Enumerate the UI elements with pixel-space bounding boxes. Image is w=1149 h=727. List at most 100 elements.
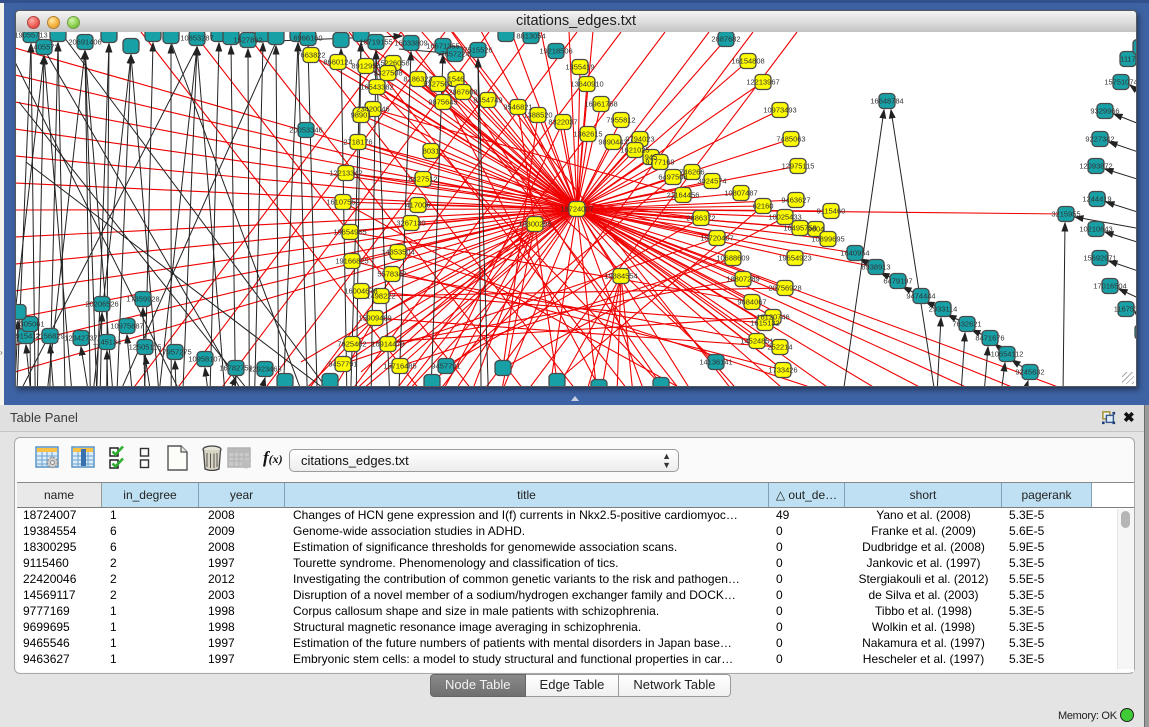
svg-text:7857224: 7857224 — [440, 50, 469, 59]
svg-text:10899695: 10899695 — [811, 235, 844, 244]
svg-text:8813054: 8813054 — [516, 32, 545, 41]
svg-text:16154808: 16154808 — [731, 57, 764, 66]
svg-text:9227342: 9227342 — [1085, 135, 1114, 144]
svg-text:3267130: 3267130 — [396, 219, 425, 228]
svg-text:6479197: 6479197 — [883, 277, 912, 286]
svg-text:10654112: 10654112 — [991, 350, 1024, 359]
svg-text:13640910: 13640910 — [570, 80, 603, 89]
svg-text:19654985: 19654985 — [333, 228, 366, 237]
svg-text:7955812: 7955812 — [606, 116, 635, 125]
svg-text:2156829: 2156829 — [35, 332, 64, 341]
svg-text:1498222: 1498222 — [366, 292, 395, 301]
svg-text:9474444: 9474444 — [906, 292, 935, 301]
svg-text:16648784: 16648784 — [870, 97, 903, 106]
svg-text:6966160: 6966160 — [293, 34, 322, 43]
svg-text:12213967: 12213967 — [746, 78, 779, 87]
svg-text:10958107: 10958107 — [188, 355, 221, 364]
svg-text:19055713: 19055713 — [16, 32, 48, 40]
svg-text:17016504: 17016504 — [1093, 282, 1126, 291]
svg-text:10210643: 10210643 — [1079, 225, 1112, 234]
svg-text:9794023: 9794023 — [625, 135, 654, 144]
svg-text:19384554: 19384554 — [604, 272, 637, 281]
svg-text:7632621: 7632621 — [952, 320, 981, 329]
svg-text:1527862: 1527862 — [233, 36, 262, 45]
svg-text:15751074: 15751074 — [1104, 78, 1136, 87]
svg-text:10025433: 10025433 — [768, 213, 801, 222]
svg-text:16107552: 16107552 — [326, 198, 359, 207]
svg-text:1615132: 1615132 — [750, 319, 779, 328]
svg-text:8427512: 8427512 — [408, 175, 437, 184]
svg-text:746266: 746266 — [679, 168, 704, 177]
svg-text:8660124: 8660124 — [323, 58, 352, 67]
svg-text:8938913: 8938913 — [861, 263, 890, 272]
svg-text:18300295: 18300295 — [518, 220, 551, 229]
svg-text:16033809: 16033809 — [394, 39, 427, 48]
svg-text:2718176: 2718176 — [343, 138, 372, 147]
svg-text:17957275: 17957275 — [158, 348, 191, 357]
svg-text:8471676: 8471676 — [975, 334, 1004, 343]
svg-text:21164456: 21164456 — [667, 191, 700, 200]
svg-text:16961758: 16961758 — [584, 100, 617, 109]
svg-text:12923468: 12923468 — [248, 365, 281, 374]
svg-text:7625402: 7625402 — [337, 340, 366, 349]
svg-text:9457791: 9457791 — [328, 360, 357, 369]
svg-text:5578342: 5578342 — [377, 270, 406, 279]
svg-text:9329966: 9329966 — [1090, 107, 1119, 116]
svg-text:19218506: 19218506 — [539, 47, 572, 56]
svg-text:1640954: 1640954 — [840, 249, 869, 258]
svg-text:12093872: 12093872 — [1079, 162, 1112, 171]
svg-text:10975887: 10975887 — [110, 322, 143, 331]
svg-text:12213342: 12213342 — [329, 169, 362, 178]
svg-text:10973493: 10973493 — [763, 106, 796, 115]
svg-text:9457791: 9457791 — [431, 362, 460, 371]
svg-text:20691406: 20691406 — [68, 38, 101, 47]
svg-text:9684067: 9684067 — [737, 298, 766, 307]
svg-text:8454749: 8454749 — [473, 96, 502, 105]
svg-text:10807487: 10807487 — [724, 189, 757, 198]
svg-text:1244419: 1244419 — [1082, 195, 1111, 204]
svg-text:19654923: 19654923 — [778, 254, 811, 263]
svg-text:98901: 98901 — [351, 111, 372, 120]
svg-text:16543382: 16543382 — [360, 83, 393, 92]
svg-text:417006: 417006 — [405, 201, 430, 210]
svg-text:1305061: 1305061 — [16, 320, 45, 329]
svg-text:7485063: 7485063 — [776, 135, 805, 144]
svg-text:9463627: 9463627 — [781, 196, 810, 205]
svg-text:20206526: 20206526 — [85, 300, 118, 309]
svg-text:2886372: 2886372 — [686, 214, 715, 223]
svg-text:18724007: 18724007 — [560, 205, 593, 214]
svg-text:9115460: 9115460 — [817, 207, 846, 216]
svg-text:1117: 1117 — [1120, 55, 1136, 64]
svg-text:15909489: 15909489 — [358, 314, 391, 323]
svg-text:9327508: 9327508 — [373, 69, 402, 78]
svg-text:9245632: 9245632 — [1015, 368, 1044, 377]
svg-text:14353504: 14353504 — [381, 248, 414, 257]
svg-text:9777169: 9777169 — [645, 158, 674, 167]
svg-text:15226058: 15226058 — [376, 59, 409, 68]
svg-text:12975115: 12975115 — [782, 162, 815, 171]
svg-text:3024574: 3024574 — [697, 177, 726, 186]
svg-text:14136141: 14136141 — [699, 358, 732, 367]
svg-text:252214: 252214 — [767, 343, 792, 352]
svg-text:10853287: 10853287 — [180, 34, 213, 43]
svg-text:116753: 116753 — [1114, 305, 1136, 314]
svg-text:15720407: 15720407 — [700, 234, 733, 243]
svg-text:9604: 9604 — [808, 225, 825, 234]
svg-text:1546: 1546 — [448, 75, 465, 84]
svg-text:1355419: 1355419 — [565, 63, 594, 72]
svg-text:2933114: 2933114 — [929, 305, 958, 314]
svg-text:10688609: 10688609 — [716, 254, 749, 263]
svg-text:12505115: 12505115 — [129, 343, 162, 352]
svg-text:10719155: 10719155 — [359, 38, 392, 47]
svg-text:3215955: 3215955 — [1051, 210, 1080, 219]
svg-text:15716485: 15716485 — [383, 362, 416, 371]
svg-text:20053346: 20053346 — [289, 126, 322, 135]
svg-text:1733426: 1733426 — [768, 366, 797, 375]
svg-text:8031: 8031 — [423, 147, 440, 156]
svg-text:9875645: 9875645 — [428, 98, 457, 107]
svg-text:16914479: 16914479 — [371, 340, 404, 349]
svg-text:15692971: 15692971 — [1083, 254, 1116, 263]
svg-text:17359928: 17359928 — [126, 295, 159, 304]
svg-text:20756928: 20756928 — [768, 284, 801, 293]
svg-text:62160: 62160 — [753, 202, 774, 211]
